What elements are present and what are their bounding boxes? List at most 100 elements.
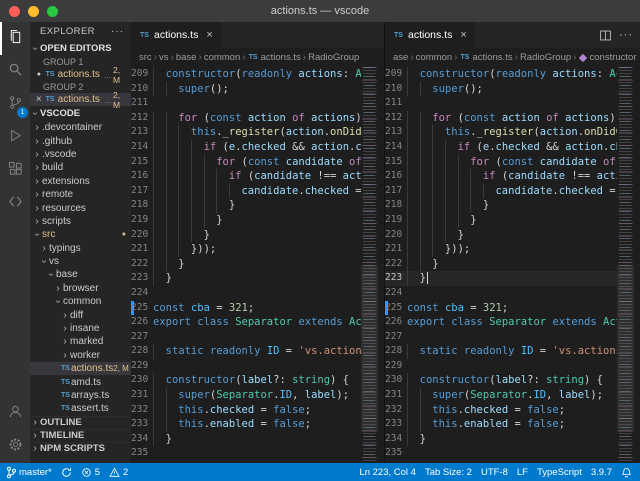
code-line-212[interactable]: 212for (const action of actions) {: [385, 111, 617, 126]
breadcrumb-actions-ts[interactable]: TSactions.ts: [248, 52, 301, 63]
tree-item-amd-ts[interactable]: TSamd.ts: [30, 375, 131, 388]
code-line-223[interactable]: 223}: [131, 271, 361, 286]
code-line-218[interactable]: 218}: [131, 198, 361, 213]
code-line-226[interactable]: 226export class Separator extends Action…: [131, 315, 361, 330]
activity-bar-run-debug[interactable]: [0, 121, 30, 154]
code-line-231[interactable]: 231super(Separator.ID, label);: [385, 388, 617, 403]
status-errors[interactable]: 5: [81, 467, 100, 478]
status-tab-size[interactable]: Tab Size: 2: [425, 467, 472, 478]
tree-item-vs[interactable]: ›vs: [30, 255, 131, 268]
activity-bar-search[interactable]: [0, 55, 30, 88]
status-sync[interactable]: [61, 467, 72, 478]
more-actions-icon[interactable]: ···: [619, 29, 633, 41]
breadcrumb-common[interactable]: common: [204, 52, 240, 63]
code-line-213[interactable]: 213this._register(action.onDidChange(e =…: [385, 125, 617, 140]
tree-item-build[interactable]: ›build: [30, 161, 131, 174]
breadcrumb-radiogroup[interactable]: RadioGroup: [520, 52, 571, 63]
code-line-222[interactable]: 222}: [131, 257, 361, 272]
activity-bar-settings[interactable]: [0, 430, 30, 463]
code-editor[interactable]: 209constructor(readonly actions: Action[…: [131, 67, 361, 463]
breadcrumb-base[interactable]: base: [176, 52, 197, 63]
code-line-235[interactable]: 235: [385, 446, 617, 461]
code-line-214[interactable]: 214if (e.checked && action.checked) {: [385, 140, 617, 155]
status-ts-version[interactable]: 3.9.7: [591, 467, 612, 478]
status-git-branch[interactable]: master*: [6, 466, 52, 479]
activity-bar-remote[interactable]: [0, 187, 30, 220]
code-line-209[interactable]: 209constructor(readonly actions: Action[…: [131, 67, 361, 82]
split-editor-icon[interactable]: [599, 29, 612, 42]
tree-item-arrays-ts[interactable]: TSarrays.ts: [30, 389, 131, 402]
status-warnings[interactable]: 2: [109, 467, 128, 478]
code-line-215[interactable]: 215for (const candidate of actions) {: [385, 155, 617, 170]
code-line-210[interactable]: 210super();: [131, 82, 361, 97]
code-line-229[interactable]: 229: [131, 359, 361, 374]
code-line-216[interactable]: 216if (candidate !== action) {: [385, 169, 617, 184]
code-line-210[interactable]: 210super();: [385, 82, 617, 97]
tree-item--devcontainer[interactable]: ›.devcontainer: [30, 121, 131, 134]
tree-item-resources[interactable]: ›resources: [30, 201, 131, 214]
code-line-224[interactable]: 224: [131, 286, 361, 301]
close-icon[interactable]: ×: [460, 29, 466, 41]
code-line-209[interactable]: 209constructor(readonly actions: Action[…: [385, 67, 617, 82]
code-line-234[interactable]: 234}: [131, 432, 361, 447]
tree-item--vscode[interactable]: ›.vscode: [30, 148, 131, 161]
tree-item-diff[interactable]: ›diff: [30, 308, 131, 321]
activity-bar-explorer[interactable]: [0, 22, 30, 55]
code-line-226[interactable]: 226export class Separator extends Action…: [385, 315, 617, 330]
code-line-213[interactable]: 213this._register(action.onDidChange(e =…: [131, 125, 361, 140]
code-line-218[interactable]: 218}: [385, 198, 617, 213]
code-line-219[interactable]: 219}: [385, 213, 617, 228]
breadcrumb-actions-ts[interactable]: TSactions.ts: [459, 52, 512, 63]
code-line-216[interactable]: 216if (candidate !== action) {: [131, 169, 361, 184]
code-line-227[interactable]: 227: [131, 330, 361, 345]
activity-bar-source-control[interactable]: 1: [0, 88, 30, 121]
status-encoding[interactable]: UTF-8: [481, 467, 508, 478]
code-line-234[interactable]: 234}: [385, 432, 617, 447]
tree-item-extensions[interactable]: ›extensions: [30, 175, 131, 188]
code-line-217[interactable]: 217candidate.checked = false;: [385, 184, 617, 199]
close-window-button[interactable]: [9, 6, 20, 17]
code-line-233[interactable]: 233this.enabled = false;: [131, 417, 361, 432]
code-line-228[interactable]: 228static readonly ID = 'vs.actions.sepa…: [131, 344, 361, 359]
code-line-221[interactable]: 221}));: [385, 242, 617, 257]
code-line-231[interactable]: 231super(Separator.ID, label);: [131, 388, 361, 403]
code-line-232[interactable]: 232this.checked = false;: [131, 403, 361, 418]
activity-bar-extensions[interactable]: [0, 154, 30, 187]
code-line-221[interactable]: 221}));: [131, 242, 361, 257]
close-icon[interactable]: ×: [206, 29, 212, 41]
tree-item-remote[interactable]: ›remote: [30, 188, 131, 201]
breadcrumb-common[interactable]: common: [416, 52, 452, 63]
code-line-233[interactable]: 233this.enabled = false;: [385, 417, 617, 432]
code-line-232[interactable]: 232this.checked = false;: [385, 403, 617, 418]
code-line-212[interactable]: 212for (const action of actions) {: [131, 111, 361, 126]
tree-item--github[interactable]: ›.github: [30, 134, 131, 147]
tree-item-insane[interactable]: ›insane: [30, 322, 131, 335]
code-line-230[interactable]: 230constructor(label?: string) {: [131, 373, 361, 388]
status-cursor-position[interactable]: Ln 223, Col 4: [359, 467, 416, 478]
section-header-outline[interactable]: ›OUTLINE: [30, 416, 131, 429]
code-line-219[interactable]: 219}: [131, 213, 361, 228]
breadcrumb-ase[interactable]: ase: [393, 52, 408, 63]
code-line-220[interactable]: 220}: [131, 228, 361, 243]
code-line-224[interactable]: 224: [385, 286, 617, 301]
title-bar[interactable]: actions.ts — vscode: [0, 0, 640, 22]
tree-item-assert-ts[interactable]: TSassert.ts: [30, 402, 131, 415]
code-line-225[interactable]: 225const cba = 321;: [385, 301, 617, 316]
open-editor-item[interactable]: ●TSactions.ts...2, M: [30, 68, 131, 81]
more-actions-icon[interactable]: ···: [111, 26, 124, 37]
code-line-222[interactable]: 222}: [385, 257, 617, 272]
status-eol[interactable]: LF: [517, 467, 528, 478]
tab-actions-ts[interactable]: TS actions.ts ×: [385, 22, 476, 48]
code-line-220[interactable]: 220}: [385, 228, 617, 243]
minimize-window-button[interactable]: [28, 6, 39, 17]
zoom-window-button[interactable]: [47, 6, 58, 17]
tree-item-typings[interactable]: ›typings: [30, 242, 131, 255]
close-icon[interactable]: ×: [35, 95, 43, 105]
code-line-225[interactable]: 225const cba = 321;: [131, 301, 361, 316]
activity-bar-accounts[interactable]: [0, 397, 30, 430]
status-notifications[interactable]: [621, 467, 632, 478]
code-line-214[interactable]: 214if (e.checked && action.checked) {: [131, 140, 361, 155]
code-line-230[interactable]: 230constructor(label?: string) {: [385, 373, 617, 388]
code-line-227[interactable]: 227: [385, 330, 617, 345]
code-line-211[interactable]: 211: [131, 96, 361, 111]
